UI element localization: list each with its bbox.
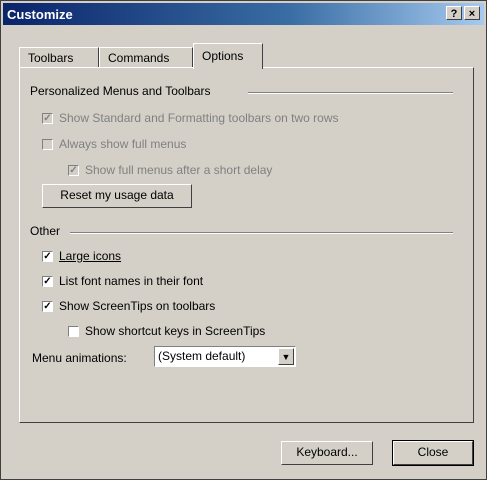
close-label: Close	[417, 445, 449, 459]
full-menus-label: Always show full menus	[59, 137, 187, 151]
customize-dialog: Customize ? × Toolbars Commands Options …	[0, 0, 487, 480]
large-icons-label: Large icons	[59, 249, 122, 263]
large-icons-checkbox[interactable]: ✓	[42, 250, 53, 262]
screentips-option[interactable]: ✓ Show ScreenTips on toolbars	[42, 298, 215, 314]
full-menus-option[interactable]: Always show full menus	[42, 136, 186, 152]
two-rows-checkbox[interactable]: ✓	[42, 112, 53, 124]
large-icons-option[interactable]: ✓ Large icons	[42, 248, 121, 264]
personalized-heading: Personalized Menus and Toolbars	[30, 84, 211, 98]
tab-toolbars[interactable]: Toolbars	[19, 47, 99, 67]
font-names-label: List font names in their font	[59, 274, 204, 288]
dialog-title: Customize	[7, 7, 73, 22]
shortcut-keys-option[interactable]: Show shortcut keys in ScreenTips	[68, 323, 265, 339]
shortcut-keys-checkbox[interactable]	[68, 325, 79, 337]
delay-label: Show full menus after a short delay	[85, 163, 273, 177]
other-heading: Other	[30, 224, 61, 238]
reset-usage-button[interactable]: Reset my usage data	[42, 184, 192, 208]
shortcut-keys-label: Show shortcut keys in ScreenTips	[85, 324, 266, 338]
chevron-down-icon[interactable]: ▼	[278, 348, 294, 365]
keyboard-button[interactable]: Keyboard...	[281, 441, 373, 465]
delay-option[interactable]: ✓ Show full menus after a short delay	[68, 162, 272, 178]
tab-options[interactable]: Options	[193, 43, 263, 69]
keyboard-label: Keyboard...	[296, 445, 358, 459]
options-panel: Personalized Menus and Toolbars ✓ Show S…	[19, 67, 474, 423]
two-rows-option[interactable]: ✓ Show Standard and Formatting toolbars …	[42, 110, 338, 126]
close-button[interactable]: Close	[392, 440, 474, 466]
menu-animations-label: Menu animations:	[32, 351, 127, 365]
font-names-option[interactable]: ✓ List font names in their font	[42, 273, 203, 289]
other-divider	[70, 232, 453, 234]
full-menus-checkbox[interactable]	[42, 138, 53, 150]
personalized-divider	[248, 92, 453, 94]
menu-animations-value: (System default)	[158, 349, 246, 363]
font-names-checkbox[interactable]: ✓	[42, 275, 53, 287]
close-icon[interactable]: ×	[464, 6, 480, 20]
screentips-label: Show ScreenTips on toolbars	[59, 299, 216, 313]
tab-commands[interactable]: Commands	[99, 47, 193, 67]
title-bar: Customize ? ×	[3, 3, 484, 25]
reset-usage-label: Reset my usage data	[60, 188, 174, 202]
help-button[interactable]: ?	[446, 6, 462, 20]
menu-animations-select[interactable]: (System default) ▼	[154, 346, 296, 367]
screentips-checkbox[interactable]: ✓	[42, 300, 53, 312]
two-rows-label: Show Standard and Formatting toolbars on…	[59, 111, 339, 125]
delay-checkbox[interactable]: ✓	[68, 164, 79, 176]
